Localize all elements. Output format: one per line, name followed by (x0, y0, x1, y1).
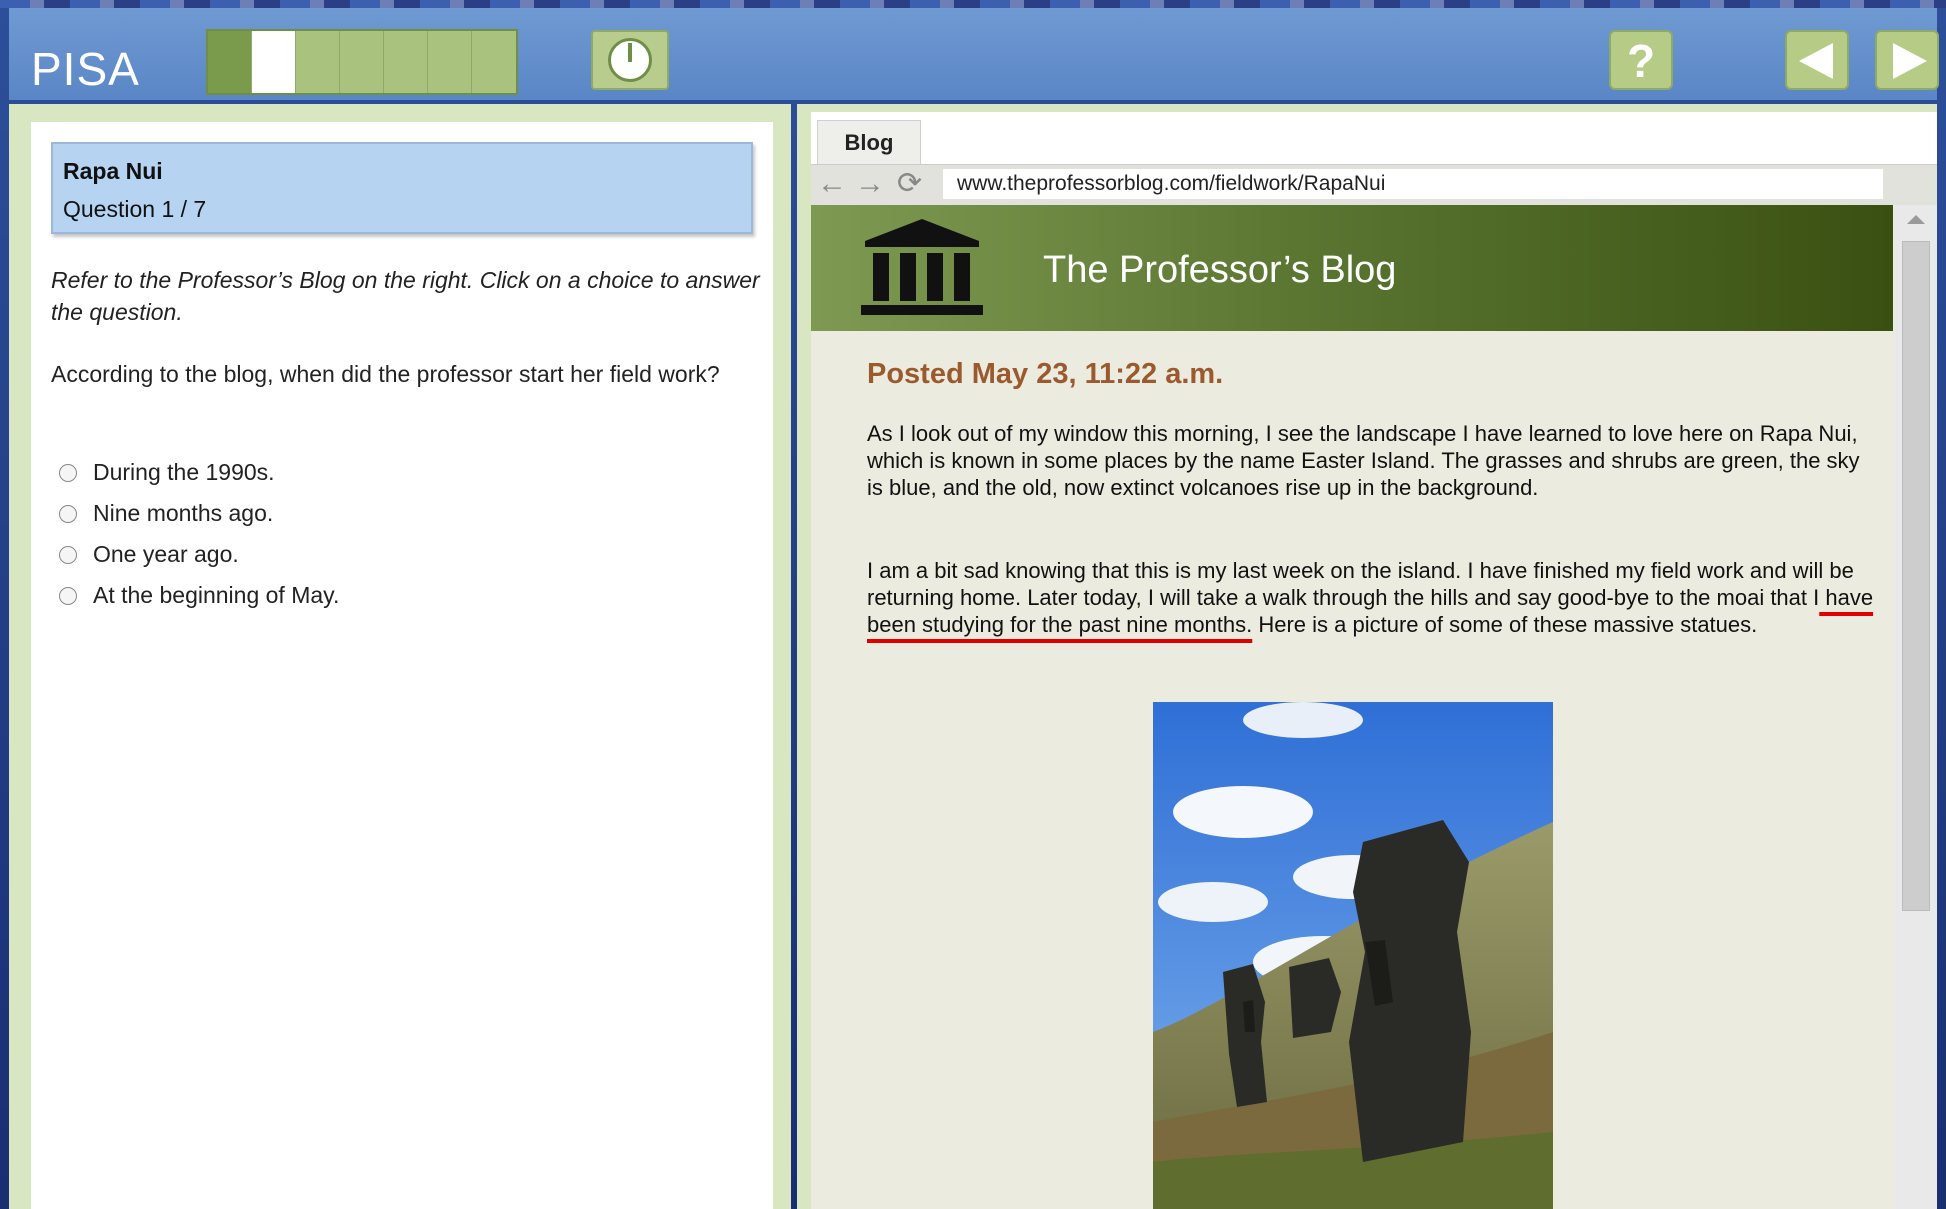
progress-cell (208, 31, 252, 93)
post-date: Posted May 23, 11:22 a.m. (867, 358, 1224, 390)
answer-options: During the 1990s. Nine months ago. One y… (59, 452, 339, 616)
url-field[interactable]: www.theprofessorblog.com/fieldwork/RapaN… (943, 169, 1883, 199)
stimulus-panel: Blog ← → ⟳ www.theprofessorblog.com/fiel… (797, 104, 1937, 1209)
question-card: Rapa Nui Question 1 / 7 Refer to the Pro… (31, 122, 773, 1209)
back-arrow-icon[interactable]: ← (817, 167, 847, 201)
answer-option[interactable]: Nine months ago. (59, 493, 339, 534)
museum-icon (861, 219, 983, 315)
option-label[interactable]: One year ago. (93, 541, 239, 568)
instructions-text: Refer to the Professor’s Blog on the rig… (51, 267, 760, 325)
arrow-left-icon (1799, 43, 1833, 79)
forward-arrow-icon[interactable]: → (855, 167, 885, 201)
blog-title: The Professor’s Blog (1043, 249, 1397, 291)
radio-button[interactable] (59, 504, 77, 523)
progress-cell (296, 31, 340, 93)
question-header: Rapa Nui Question 1 / 7 (51, 142, 753, 234)
answer-option[interactable]: At the beginning of May. (59, 575, 339, 616)
blog-banner: The Professor’s Blog (811, 205, 1893, 331)
simulated-browser: Blog ← → ⟳ www.theprofessorblog.com/fiel… (811, 112, 1937, 1209)
blog-paragraph: I am a bit sad knowing that this is my l… (867, 557, 1877, 638)
reload-icon[interactable]: ⟳ (897, 167, 922, 201)
option-label[interactable]: Nine months ago. (93, 500, 273, 527)
option-label[interactable]: At the beginning of May. (93, 582, 339, 609)
question-number: Question 1 / 7 (63, 196, 207, 222)
progress-cell (340, 31, 384, 93)
address-bar: ← → ⟳ www.theprofessorblog.com/fieldwork… (811, 165, 1937, 205)
option-label[interactable]: During the 1990s. (93, 459, 275, 486)
paragraph-text: I am a bit sad knowing that this is my l… (867, 558, 1854, 610)
paragraph-text: Here is a picture of some of these massi… (1252, 612, 1758, 637)
progress-bar (206, 29, 518, 95)
moai-photo (1153, 702, 1553, 1209)
question-text: According to the blog, when did the prof… (51, 361, 720, 387)
tab-bar: Blog (811, 112, 1937, 165)
decorative-strip (0, 0, 1946, 8)
answer-option[interactable]: One year ago. (59, 534, 339, 575)
radio-button[interactable] (59, 586, 77, 605)
help-button[interactable]: ? (1609, 30, 1673, 90)
next-button[interactable] (1875, 30, 1939, 90)
pisa-logo: PISA (31, 43, 140, 95)
progress-cell (384, 31, 428, 93)
arrow-right-icon (1893, 43, 1927, 79)
previous-button[interactable] (1785, 30, 1849, 90)
tab-blog[interactable]: Blog (817, 120, 921, 164)
question-panel: Rapa Nui Question 1 / 7 Refer to the Pro… (9, 104, 791, 1209)
progress-cell (252, 31, 296, 93)
scroll-up-icon[interactable] (1907, 215, 1925, 224)
radio-button[interactable] (59, 463, 77, 482)
scrollbar[interactable] (1895, 205, 1937, 1209)
scroll-thumb[interactable] (1902, 241, 1930, 911)
unit-title: Rapa Nui (63, 158, 163, 184)
blog-page: The Professor’s Blog Posted May 23, 11:2… (811, 205, 1937, 1209)
progress-cell (472, 31, 516, 93)
clock-hand (628, 43, 632, 62)
timer-icon[interactable] (591, 30, 669, 90)
answer-option[interactable]: During the 1990s. (59, 452, 339, 493)
blog-paragraph: As I look out of my window this morning,… (867, 421, 1860, 500)
header-bar: PISA ? (9, 8, 1939, 100)
progress-cell (428, 31, 472, 93)
radio-button[interactable] (59, 545, 77, 564)
